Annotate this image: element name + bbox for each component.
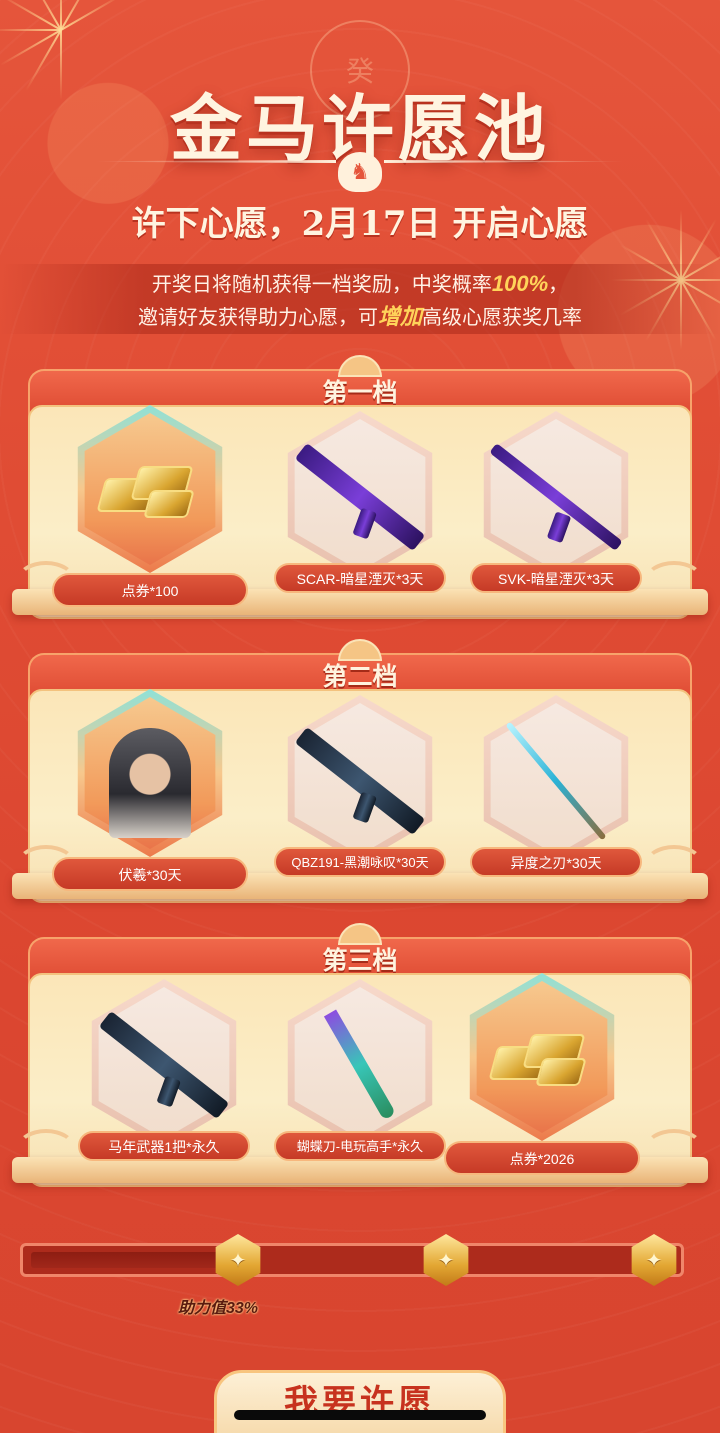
progress-fill — [31, 1252, 243, 1268]
firework-left-decoration — [0, 0, 123, 100]
butterfly-knife-icon — [262, 1009, 458, 1121]
helmet-icon[interactable]: ✦ — [423, 1234, 469, 1286]
prize-label: 点券*100 — [52, 573, 248, 607]
boost-progress-bar — [20, 1243, 684, 1277]
prize-item[interactable]: 点券*100 — [52, 405, 248, 609]
prize-label: SCAR-暗星湮灭*3天 — [274, 563, 446, 593]
prize-label: 伏羲*30天 — [52, 857, 248, 891]
make-wish-button[interactable]: 我要许愿 — [214, 1370, 506, 1433]
prize-item[interactable]: SCAR-暗星湮灭*3天 — [262, 411, 458, 615]
page-subtitle: 许下心愿，2月17日 开启心愿 — [131, 204, 589, 244]
prize-item[interactable]: 马年武器1把*永久 — [66, 979, 262, 1183]
prize-label: 马年武器1把*永久 — [78, 1131, 250, 1161]
helmet-icon[interactable]: ✦ — [631, 1234, 677, 1286]
prize-item[interactable]: SVK-暗星湮灭*3天 — [458, 411, 654, 615]
progress-label: 助力值33% — [178, 1300, 259, 1317]
prize-item[interactable]: 异度之刃*30天 — [458, 695, 654, 899]
description-text: 开奖日将随机获得一档奖励，中奖概率 — [151, 274, 492, 296]
rifle-icon — [262, 726, 458, 836]
description-text: 高级心愿获奖几率 — [422, 307, 582, 329]
cloud-swirl-right — [644, 1129, 704, 1169]
prize-label: QBZ191-黑潮咏叹*30天 — [274, 847, 446, 877]
tier-title: 第二档 — [322, 662, 398, 691]
blade-icon — [458, 721, 654, 841]
prize-label: 蝴蝶刀-电玩高手*永久 — [274, 1131, 446, 1161]
tier-title: 第三档 — [322, 946, 398, 975]
prize-label: 异度之刃*30天 — [470, 847, 642, 877]
increase-highlight: 增加 — [377, 304, 422, 329]
character-avatar-icon — [52, 723, 248, 843]
prize-label: SVK-暗星湮灭*3天 — [470, 563, 642, 593]
description-text: 邀请好友获得助力心愿，可 — [137, 307, 378, 329]
gold-coins-icon — [444, 1009, 640, 1109]
description-banner: 开奖日将随机获得一档奖励，中奖概率100%， 邀请好友获得助力心愿，可增加高级心… — [0, 264, 720, 334]
horse-icon: ♞ — [338, 152, 382, 192]
prize-item[interactable]: QBZ191-黑潮咏叹*30天 — [262, 695, 458, 899]
sniper-rifle-icon — [458, 443, 654, 551]
helmet-icon[interactable]: ✦ — [215, 1234, 261, 1286]
description-line-2: 邀请好友获得助力心愿，可增加高级心愿获奖几率 — [0, 301, 720, 334]
gold-coins-icon — [52, 441, 248, 541]
prize-item[interactable]: 点券*2026 — [444, 973, 640, 1177]
tier-panel-3: 第三档 马年武器1把*永久 蝴蝶刀-电玩高手*永久 点券*2026 — [12, 923, 708, 1197]
rifle-icon — [262, 442, 458, 552]
description-line-1: 开奖日将随机获得一档奖励，中奖概率100%， — [0, 268, 720, 301]
rifle-icon — [66, 1010, 262, 1120]
prize-item[interactable]: 蝴蝶刀-电玩高手*永久 — [262, 979, 458, 1183]
home-indicator — [234, 1410, 486, 1420]
probability-highlight: 100% — [491, 271, 549, 296]
prize-item[interactable]: 伏羲*30天 — [52, 689, 248, 893]
tier-panel-1: 第一档 点券*100 SCAR-暗星湮灭*3天 SVK-暗星湮灭*3天 — [12, 355, 708, 629]
tier-title: 第一档 — [322, 378, 398, 407]
tier-panel-2: 第二档 伏羲*30天 QBZ191-黑潮咏叹*30天 异度之刃*30天 — [12, 639, 708, 913]
description-text: ， — [548, 274, 569, 296]
prize-label: 点券*2026 — [444, 1141, 640, 1175]
